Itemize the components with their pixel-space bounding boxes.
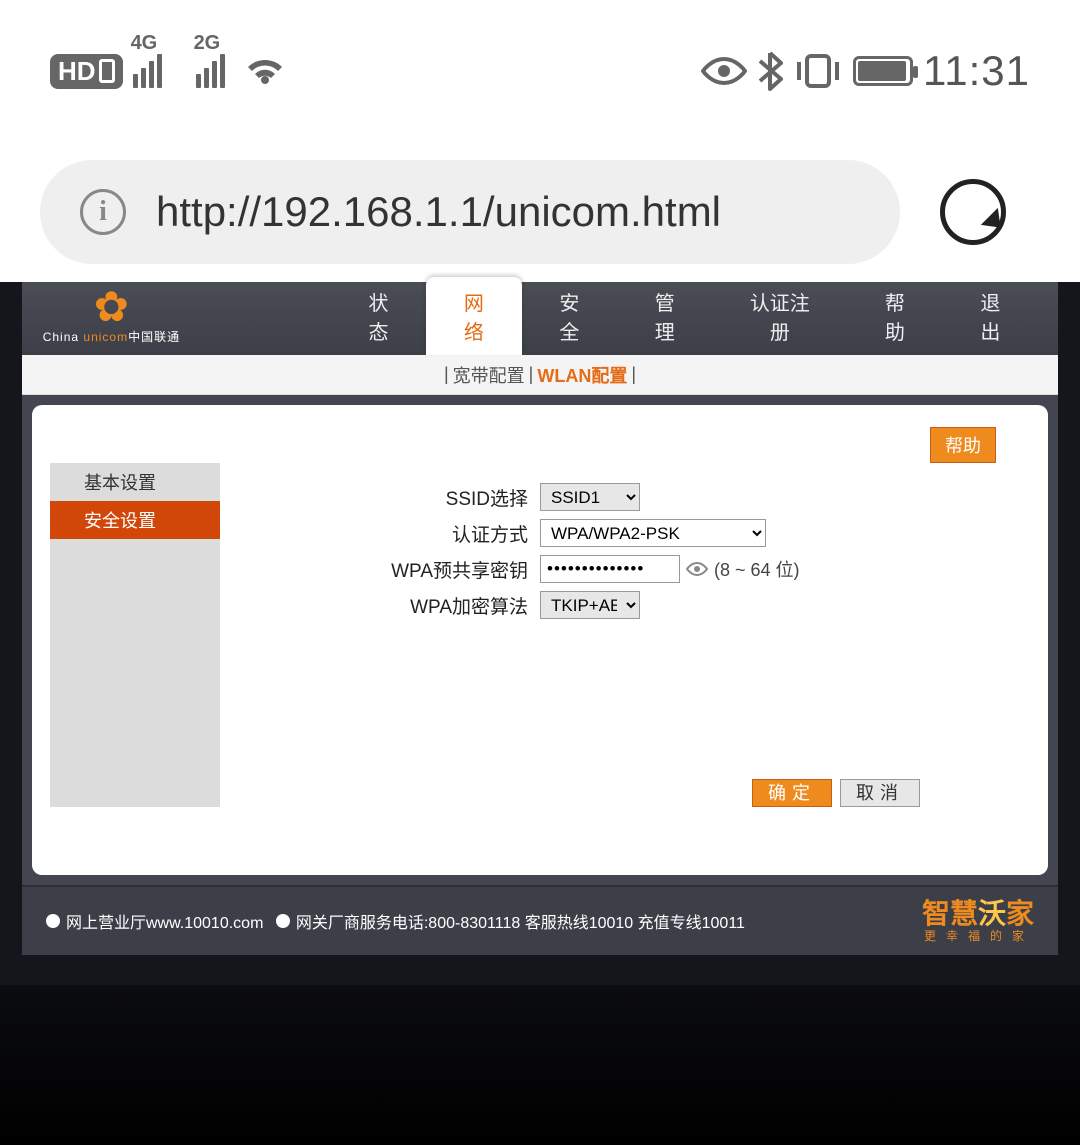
side-menu: 基本设置 安全设置: [50, 463, 220, 807]
url-text: http://192.168.1.1/unicom.html: [156, 188, 721, 236]
nav-tab-security[interactable]: 安全: [522, 277, 617, 355]
footer: 网上营业厅www.10010.com 网关厂商服务电话:800-8301118 …: [22, 885, 1058, 955]
bullet-icon: [46, 914, 60, 928]
nav-tab-manage[interactable]: 管理: [617, 277, 712, 355]
subnav-broadband[interactable]: 宽带配置: [453, 362, 525, 388]
label-auth: 认证方式: [260, 520, 540, 547]
browser-toolbar: i http://192.168.1.1/unicom.html: [0, 142, 1080, 282]
sub-nav: | 宽带配置 | WLAN配置 |: [22, 355, 1058, 395]
reload-button[interactable]: [940, 179, 1006, 245]
select-ssid[interactable]: SSID1: [540, 483, 640, 511]
sidemenu-basic[interactable]: 基本设置: [50, 463, 220, 501]
battery-icon: [853, 56, 913, 86]
bullet-icon: [276, 914, 290, 928]
label-ssid: SSID选择: [260, 484, 540, 511]
label-alg: WPA加密算法: [260, 592, 540, 619]
nav-tabs: 状态 网络 安全 管理 认证注册 帮助 退出: [331, 277, 1038, 355]
select-auth[interactable]: WPA/WPA2-PSK: [540, 519, 766, 547]
nav-tab-auth[interactable]: 认证注册: [712, 277, 847, 355]
unicom-logo: ✿ China unicom中国联通: [22, 286, 201, 355]
select-algorithm[interactable]: TKIP+AES: [540, 591, 640, 619]
clock: 11:31: [923, 47, 1030, 95]
footer-shop: 网上营业厅www.10010.com: [66, 909, 263, 933]
visibility-icon: [701, 55, 747, 87]
content-panel: 帮助 基本设置 安全设置 SSID选择 SSID1 认证方式: [32, 405, 1048, 875]
nav-tab-status[interactable]: 状态: [331, 277, 426, 355]
bottom-spacer: [0, 985, 1080, 1145]
nav-tab-logout[interactable]: 退出: [943, 277, 1038, 355]
address-bar[interactable]: i http://192.168.1.1/unicom.html: [40, 160, 900, 264]
cancel-button[interactable]: 取消: [840, 779, 920, 807]
signal-4g: 4G: [133, 54, 170, 88]
vibrate-icon: [793, 52, 843, 90]
signal-2g: 2G: [196, 54, 233, 88]
nav-tab-network[interactable]: 网络: [426, 277, 521, 355]
bluetooth-icon: [757, 51, 783, 91]
phone-status-bar: HD 4G 2G 11:31: [0, 0, 1080, 142]
help-button[interactable]: 帮助: [930, 427, 996, 463]
ok-button[interactable]: 确定: [752, 779, 832, 807]
key-hint: (8 ~ 64 位): [714, 556, 800, 582]
footer-logo: 智慧沃家 更幸福的家: [922, 899, 1034, 943]
subnav-wlan[interactable]: WLAN配置: [537, 362, 627, 388]
label-key: WPA预共享密钥: [260, 556, 540, 583]
top-nav: ✿ China unicom中国联通 状态 网络 安全 管理 认证注册 帮助 退…: [22, 282, 1058, 355]
wifi-icon: [243, 54, 287, 88]
eye-toggle-icon[interactable]: [686, 561, 708, 577]
nav-tab-help[interactable]: 帮助: [847, 277, 942, 355]
site-info-icon[interactable]: i: [80, 189, 126, 235]
form-area: SSID选择 SSID1 认证方式 WPA/WPA2-PSK WPA预共享密钥: [220, 463, 1030, 807]
input-wpa-key[interactable]: [540, 555, 680, 583]
sidemenu-security[interactable]: 安全设置: [50, 501, 220, 539]
router-page: ✿ China unicom中国联通 状态 网络 安全 管理 认证注册 帮助 退…: [0, 282, 1080, 985]
footer-service: 网关厂商服务电话:800-8301118 客服热线10010 充值专线10011: [296, 909, 745, 933]
hd-badge: HD: [50, 54, 123, 89]
